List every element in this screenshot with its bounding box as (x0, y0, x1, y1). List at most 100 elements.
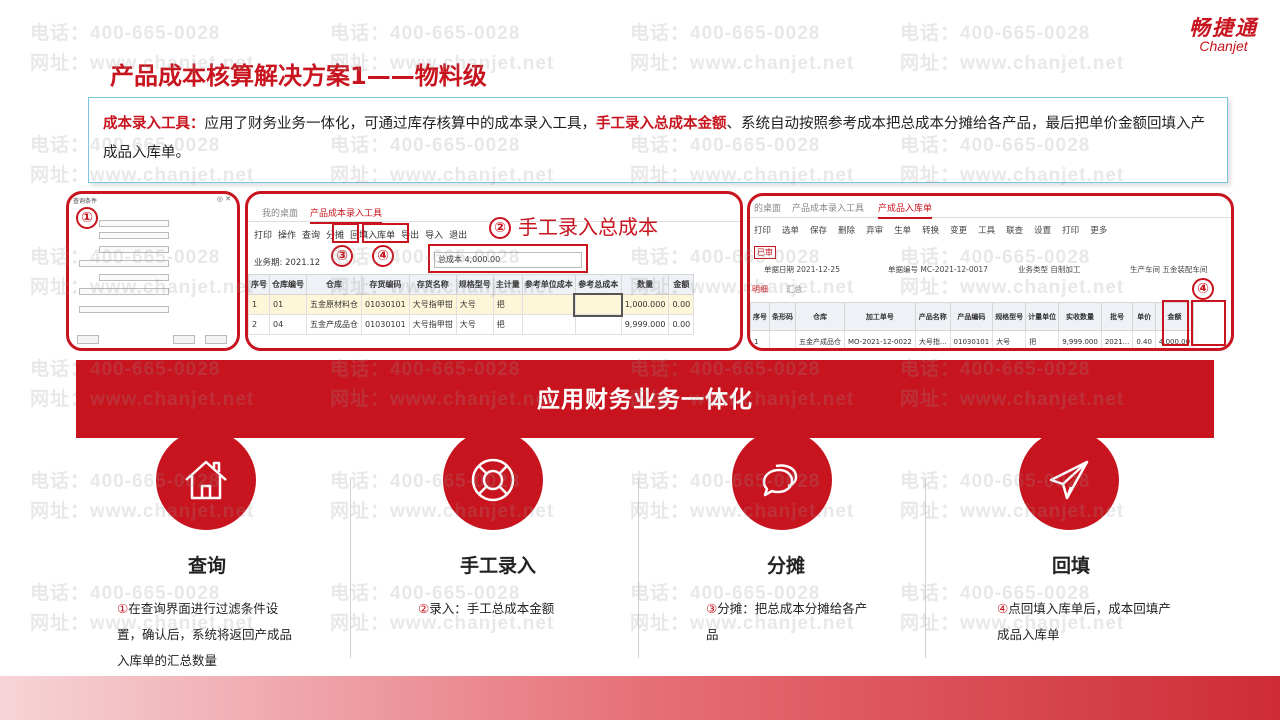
table-cell[interactable]: 把 (1025, 330, 1060, 348)
separator (925, 478, 926, 658)
desc-label: 成本录入工具： (103, 116, 205, 132)
cost-entry-tool-screenshot: 我的桌面 产品成本录入工具 打印 操作 查询 分摊 回填入库单 导出 导入 退出 ③ ④ 业务… (245, 191, 743, 351)
bottom-decorative-band (0, 676, 1280, 720)
receipt-table: 序号 条形码 仓库 加工单号 产品名称 产品编码 规格型号 计量单位 实收数量 批号 单价 金额 1五… (750, 302, 1195, 348)
watermark-site: 网址：www.chanjet.net (630, 53, 855, 74)
step-desc-allocate: ③分摊：把总成本分摊给各产品 (706, 601, 868, 642)
step-title-backfill: 回填 (1051, 555, 1090, 577)
table-cell[interactable]: 大号 (455, 294, 494, 315)
table-cell[interactable] (574, 314, 622, 335)
toolbar-item[interactable]: 打印 (1062, 226, 1079, 236)
table-cell[interactable]: 大号指甲钳 (408, 314, 457, 335)
toolbar-import[interactable]: 导入 (425, 231, 443, 241)
dialog-button-left[interactable] (77, 335, 99, 344)
toolbar-item[interactable]: 工具 (978, 226, 995, 236)
paper-plane-icon (1019, 430, 1119, 530)
table-cell[interactable]: 1,000.000 (620, 294, 670, 315)
table-cell[interactable]: 01030101 (949, 330, 994, 348)
table-row[interactable]: 1 五金产成品仓 MO-2021-12-0022 大号指... 01030101 大号把 9… (750, 330, 1195, 348)
toolbar-exit[interactable]: 退出 (449, 231, 467, 241)
toolbar-item[interactable]: 生单 (894, 226, 911, 236)
table-cell[interactable]: 01030101 (361, 294, 410, 315)
dialog-title: 查询条件 (73, 198, 98, 205)
toolbar-item[interactable]: 打印 (754, 226, 771, 236)
dialog-field[interactable] (79, 288, 169, 295)
table-cell[interactable]: 9,999.000 (1058, 330, 1102, 348)
table-cell[interactable]: 把 (492, 314, 523, 335)
table-cell[interactable]: 01 (269, 294, 307, 315)
table-cell[interactable] (769, 330, 796, 348)
meta-workshop: 生产车间 五金装配车间 (1130, 265, 1208, 274)
dialog-button-ok[interactable] (173, 335, 195, 344)
toolbar-3: 打印 选单 保存 删除 弃审 生单 转换 变更 工具 联查 设置 打印 更多 (754, 224, 1118, 236)
dialog-field[interactable] (79, 306, 169, 313)
meta-date: 单据日期 2021-12-25 (764, 265, 840, 274)
tab-receipt[interactable]: 产成品入库单 (878, 201, 933, 219)
toolbar-item[interactable]: 保存 (810, 226, 827, 236)
table-cell[interactable]: 0.00 (668, 294, 695, 315)
marker-4b: ④ (1192, 278, 1214, 300)
toolbar-item[interactable]: 联查 (1006, 226, 1023, 236)
table-cell[interactable]: 04 (269, 314, 307, 335)
meta-number: 单据编号 MC-2021-12-0017 (888, 265, 988, 274)
tab-desktop[interactable]: 的桌面 (754, 201, 781, 214)
step-title-allocate: 分摊 (766, 555, 805, 577)
table-cell[interactable] (521, 294, 576, 315)
manual-entry-label: 手工录入总成本 (518, 215, 658, 239)
table-row[interactable]: 2 04 五金产成品仓 01030101 大号指甲钳 大号把 9,999.000 0.00 (248, 314, 695, 335)
table-cell[interactable]: 大号指... (914, 330, 951, 348)
dialog-field[interactable] (99, 220, 169, 227)
column-header: 参考总成本 (574, 274, 622, 295)
table-cell[interactable]: 五金原材料仓 (306, 294, 362, 315)
highlight-backfill (362, 223, 409, 243)
toolbar-item[interactable]: 删除 (838, 226, 855, 236)
tab-desktop[interactable]: 我的桌面 (262, 206, 298, 219)
table-cell[interactable]: 大号 (992, 330, 1027, 348)
column-header: 加工单号 (844, 302, 916, 331)
watermark-phone: 电话：400-665-0028 (630, 23, 821, 44)
column-header: 存货编码 (361, 274, 410, 295)
table-cell[interactable]: 五金产成品仓 (795, 330, 845, 348)
column-header: 条形码 (769, 302, 796, 331)
table-cell[interactable]: 大号指甲钳 (408, 294, 457, 315)
dialog-field[interactable] (79, 260, 169, 267)
dialog-field[interactable] (99, 274, 169, 281)
toolbar-item[interactable]: 变更 (950, 226, 967, 236)
table-cell[interactable]: 0.00 (668, 314, 695, 335)
cost-entry-table: 序号 仓库编号 仓库 存货编码 存货名称 规格型号 主计量 参考单位成本 参考总成本 数量 金额 1… (248, 274, 695, 335)
dialog-field[interactable] (99, 232, 169, 239)
toolbar-item[interactable]: 设置 (1034, 226, 1051, 236)
table-cell[interactable]: 1 (750, 330, 770, 348)
table-cell[interactable]: 大号 (455, 314, 494, 335)
table-cell[interactable]: 1 (248, 294, 270, 315)
banner: 应用财务业务一体化 (76, 360, 1214, 438)
column-header: 批号 (1100, 302, 1134, 331)
table-row[interactable]: 1 01 五金原材料仓 01030101 大号指甲钳 大号把 1,000.000 0.00 (248, 292, 695, 317)
column-header: 实收数量 (1058, 302, 1102, 331)
toolbar-item[interactable]: 转换 (922, 226, 939, 236)
toolbar-item[interactable]: 弃审 (866, 226, 883, 236)
subtab-summary[interactable]: 汇总 (786, 284, 802, 295)
toolbar-operate[interactable]: 操作 (278, 231, 296, 241)
column-header: 产品编码 (949, 302, 994, 331)
table-cell[interactable]: MO-2021-12-0022 (844, 330, 916, 348)
column-header: 主计量 (492, 274, 523, 295)
table-cell[interactable] (573, 292, 624, 317)
toolbar-print[interactable]: 打印 (254, 231, 272, 241)
subtab-detail[interactable]: 明细 (752, 284, 768, 295)
toolbar-query[interactable]: 查询 (302, 231, 320, 241)
dialog-field[interactable] (99, 246, 169, 253)
table-cell[interactable]: 0.40 (1132, 330, 1156, 348)
dialog-button-cancel[interactable] (205, 335, 227, 344)
toolbar-item[interactable]: 更多 (1090, 226, 1107, 236)
table-cell[interactable]: 9,999.000 (620, 314, 670, 335)
table-cell[interactable]: 2 (248, 314, 270, 335)
toolbar-item[interactable]: 选单 (782, 226, 799, 236)
tab-cost-entry[interactable]: 产品成本录入工具 (310, 206, 383, 224)
table-cell[interactable]: 五金产成品仓 (306, 314, 362, 335)
table-cell[interactable]: 01030101 (361, 314, 410, 335)
tab-cost-entry[interactable]: 产品成本录入工具 (792, 201, 864, 214)
table-cell[interactable] (521, 314, 576, 335)
table-cell[interactable]: 把 (492, 294, 523, 315)
table-cell[interactable]: 2021... (1100, 330, 1134, 348)
